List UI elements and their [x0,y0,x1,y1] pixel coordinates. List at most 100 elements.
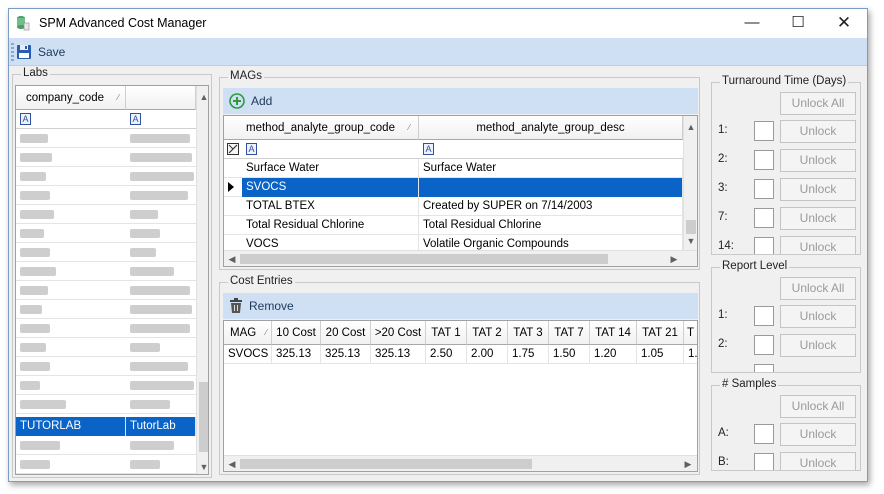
scroll-right-icon[interactable]: ▶ [681,457,695,471]
labs-header-name[interactable] [126,86,196,110]
close-button[interactable]: ✕ [821,9,867,38]
cost-header-10-cost[interactable]: 10 Cost [272,321,321,345]
cost-header-mag[interactable]: MAG ⁄ [224,321,272,345]
cost-cell-mag: SVOCS [224,345,272,364]
mags-header-desc[interactable]: method_analyte_group_desc [419,116,683,140]
cost-header-tat-3[interactable]: TAT 3 [508,321,549,345]
tat-checkbox[interactable] [754,121,774,141]
tat-unlock-button[interactable]: Unlock [780,207,856,230]
scroll-down-icon[interactable]: ▼ [197,460,208,474]
report-level-title: Report Level [720,260,790,272]
mags-header-code[interactable]: method_analyte_group_code ⁄ [224,116,419,140]
list-item[interactable] [16,357,196,376]
report-level-checkbox[interactable] [754,306,774,326]
cost-header-tat-14[interactable]: TAT 14 [590,321,637,345]
samples-unlock-all-button[interactable]: Unlock All [780,395,856,418]
tat-unlock-button[interactable]: Unlock [780,120,856,143]
labs-header-company-code[interactable]: company_code ⁄ [16,86,126,110]
samples-checkbox[interactable] [754,424,774,444]
filter-icon[interactable]: A [20,113,31,125]
list-item[interactable] [16,319,196,338]
cost-entries-title: Cost Entries [228,275,295,287]
table-row[interactable]: Total Residual Chlorine Total Residual C… [224,216,683,235]
filter-icon[interactable]: A [423,143,434,155]
tat-unlock-button[interactable]: Unlock [780,149,856,172]
samples-unlock-button[interactable]: Unlock [780,423,856,446]
database-icon [17,16,30,31]
add-label: Add [251,94,273,108]
filter-clear-icon[interactable] [227,143,239,155]
maximize-button[interactable]: ☐ [775,9,821,38]
cost-header-tat-2[interactable]: TAT 2 [467,321,508,345]
add-button[interactable]: Add [229,90,272,112]
tat-unlock-button[interactable]: Unlock [780,178,856,201]
mags-vertical-scrollbar[interactable]: ▲ ▼ [683,116,697,250]
report-level-items: 1: Unlock 2: Unlock [712,304,860,372]
scroll-left-icon[interactable]: ◀ [225,252,239,266]
list-item[interactable] [16,148,196,167]
samples-checkbox[interactable] [754,453,774,470]
scroll-thumb[interactable] [240,459,532,469]
tat-checkbox[interactable] [754,179,774,199]
report-level-unlock-button[interactable]: Unlock [780,305,856,328]
scroll-thumb[interactable] [199,382,208,452]
cost-header-tat-1[interactable]: TAT 1 [426,321,467,345]
labs-vertical-scrollbar[interactable]: ▲ ▼ [196,86,208,474]
toolbar-grip[interactable] [11,43,14,61]
labs-row-selected[interactable]: TUTORLAB TutorLab [16,417,196,436]
table-row[interactable]: TOTAL BTEX Created by SUPER on 7/14/2003 [224,197,683,216]
list-item[interactable] [16,300,196,319]
report-level-unlock-all-button[interactable]: Unlock All [780,277,856,300]
cost-horizontal-scrollbar[interactable]: ◀ ▶ [224,455,697,471]
cost-header-label: TAT 3 [513,327,543,339]
tat-checkbox[interactable] [754,237,774,254]
cost-header-20-cost[interactable]: 20 Cost [321,321,371,345]
cost-header-tat-more[interactable]: T [684,321,697,345]
remove-button[interactable]: Remove [229,295,294,317]
report-level-checkbox[interactable] [754,364,774,372]
save-button[interactable]: Save [16,40,78,64]
list-item[interactable] [16,376,196,395]
scroll-thumb[interactable] [686,220,696,234]
list-item[interactable] [16,205,196,224]
cost-header-tat-21[interactable]: TAT 21 [637,321,684,345]
list-item[interactable] [16,186,196,205]
tat-checkbox[interactable] [754,150,774,170]
cost-header-over-20-cost[interactable]: >20 Cost [371,321,426,345]
scroll-left-icon[interactable]: ◀ [225,457,239,471]
list-item[interactable] [16,338,196,357]
tat-checkbox[interactable] [754,208,774,228]
filter-icon[interactable]: A [246,143,257,155]
list-item[interactable] [16,436,196,455]
title-bar[interactable]: SPM Advanced Cost Manager — ☐ ✕ [9,9,867,38]
list-item[interactable] [16,243,196,262]
list-item[interactable] [16,262,196,281]
scroll-thumb[interactable] [240,254,608,264]
samples-unlock-button[interactable]: Unlock [780,452,856,470]
list-item[interactable] [16,281,196,300]
cost-cell-tat-1: 2.50 [426,345,467,364]
minimize-button[interactable]: — [729,9,775,38]
table-row[interactable]: Surface Water Surface Water [224,159,683,178]
lab-code-cell: TUTORLAB [16,417,126,436]
scroll-up-icon[interactable]: ▲ [197,90,208,104]
list-item[interactable] [16,395,196,414]
cost-header-label: 10 Cost [276,327,316,339]
turnaround-unlock-all-button[interactable]: Unlock All [780,92,856,115]
list-item[interactable] [16,129,196,148]
table-row-selected[interactable]: SVOCS [224,178,683,197]
list-item[interactable] [16,167,196,186]
list-item[interactable] [16,224,196,243]
list-item[interactable] [16,455,196,474]
report-level-unlock-button[interactable]: Unlock [780,334,856,357]
table-row[interactable]: SVOCS 325.13 325.13 325.13 2.50 2.00 1.7… [224,345,697,364]
scroll-down-icon[interactable]: ▼ [684,234,697,248]
filter-icon[interactable]: A [130,113,141,125]
scroll-up-icon[interactable]: ▲ [684,120,697,134]
cost-header-tat-7[interactable]: TAT 7 [549,321,590,345]
mags-horizontal-scrollbar[interactable]: ◀ ▶ [224,250,697,266]
scroll-right-icon[interactable]: ▶ [667,252,681,266]
report-level-checkbox[interactable] [754,335,774,355]
tat-unlock-button[interactable]: Unlock [780,236,856,254]
cost-cell-20-cost: 325.13 [321,345,371,364]
